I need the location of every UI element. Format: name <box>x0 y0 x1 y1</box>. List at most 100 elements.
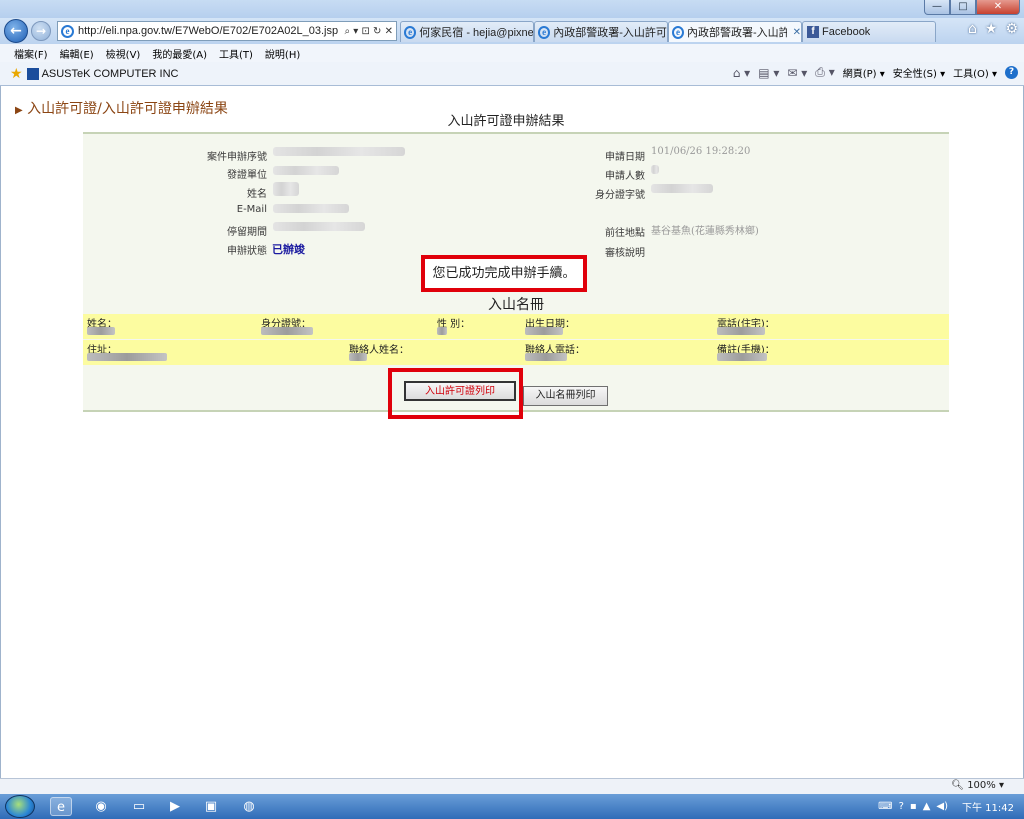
address-bar[interactable]: e http://eli.npa.gov.tw/E7WebO/E702/E702… <box>57 21 397 41</box>
redacted-roster-name <box>87 327 115 335</box>
field-label-case-number: 案件申辦序號 <box>207 152 267 163</box>
field-label-stay-period: 停留期間 <box>227 227 267 238</box>
tab-label: Facebook <box>822 26 871 38</box>
address-url[interactable]: http://eli.npa.gov.tw/E7WebO/E702/E702A0… <box>78 25 342 37</box>
network-icon[interactable]: ▪ <box>910 801 917 812</box>
system-tray: ⌨ ? ▪ ▲ ◀) 下午 11:42 <box>868 794 1024 819</box>
field-label-email: E-Mail <box>236 204 267 215</box>
redacted-roster-gender <box>437 327 447 335</box>
field-label-apply-date: 申請日期 <box>605 152 645 163</box>
mail-icon[interactable]: ✉ ▾ <box>787 66 807 80</box>
favorite-link-asus[interactable]: ASUSTeK COMPUTER INC <box>42 68 179 80</box>
favorites-star-icon[interactable]: ★ <box>10 66 23 82</box>
menu-bar: 檔案(F) 編輯(E) 檢視(V) 我的最愛(A) 工具(T) 說明(H) <box>0 44 1024 62</box>
menu-view[interactable]: 檢視(V) <box>106 46 141 61</box>
redacted-case-number <box>273 147 405 156</box>
redacted-roster-mobile <box>717 353 767 361</box>
roster-title: 入山名冊 <box>488 297 544 313</box>
chevron-down-icon: ▾ <box>998 780 1004 791</box>
ie-tab-icon: e <box>404 25 417 39</box>
navigation-bar: ← → e http://eli.npa.gov.tw/E7WebO/E702/… <box>0 18 1024 44</box>
taskbar-chrome-icon[interactable]: ◍ <box>238 797 260 816</box>
taskbar-app-icon[interactable]: ◉ <box>90 797 112 816</box>
close-window-button[interactable]: ✕ <box>976 0 1020 15</box>
ie-page-icon: e <box>61 24 74 38</box>
address-bar-icons[interactable]: ⌕ ▾ ⊡ ↻ ✕ <box>342 26 396 37</box>
start-button[interactable] <box>5 795 35 818</box>
forward-button[interactable]: → <box>31 21 51 41</box>
menu-help[interactable]: 說明(H) <box>265 46 300 61</box>
redacted-email <box>273 204 349 213</box>
settings-gear-icon[interactable]: ⚙ <box>1005 21 1018 37</box>
redacted-name <box>273 182 299 196</box>
redacted-roster-id <box>261 327 313 335</box>
roster-row-2: 住址： 聯絡人姓名： 聯絡人電話： 備註(手機)： <box>83 340 949 365</box>
field-label-id-number: 身分證字號 <box>595 190 645 201</box>
asus-site-icon <box>26 67 39 80</box>
roster-print-button[interactable]: 入山名冊列印 <box>523 386 608 406</box>
keyboard-icon[interactable]: ⌨ <box>878 801 892 812</box>
tab-facebook[interactable]: f Facebook <box>802 21 936 42</box>
command-safety[interactable]: 安全性(S) ▾ <box>893 65 945 80</box>
apply-date-value: 101/06/26 19:28:20 <box>651 146 751 157</box>
page-title: 入山許可證申辦結果 <box>447 114 565 129</box>
window-titlebar: — □ ✕ <box>0 0 1024 18</box>
success-message: 您已成功完成申辦手續。 <box>421 255 587 292</box>
tab-npa-permit[interactable]: e 內政部警政署-入山許可證 <box>534 21 668 42</box>
field-label-issuing-unit: 發證單位 <box>227 170 267 181</box>
redacted-id-number <box>651 184 713 193</box>
browser-toolbar-right: ⌂ ★ ⚙ <box>968 21 1018 37</box>
tab-hejia[interactable]: e 何家民宿 - hejia@pixne... <box>400 21 534 42</box>
taskbar-media-icon[interactable]: ▶ <box>164 797 186 816</box>
ie-tab-icon: e <box>538 25 551 39</box>
tab-label: 何家民宿 - hejia@pixne... <box>419 27 533 39</box>
redacted-issuing-unit <box>273 166 339 175</box>
zoom-level: 100% <box>967 780 996 791</box>
back-button[interactable]: ← <box>4 19 28 43</box>
help-tray-icon[interactable]: ? <box>899 801 904 812</box>
menu-tools[interactable]: 工具(T) <box>219 46 253 61</box>
help-icon[interactable]: ? <box>1005 66 1018 79</box>
command-page[interactable]: 網頁(P) ▾ <box>843 65 885 80</box>
field-label-status: 申辦狀態 <box>227 246 267 257</box>
feeds-icon[interactable]: ▤ ▾ <box>758 66 779 80</box>
field-label-review-note: 審核說明 <box>605 248 645 259</box>
ie-tab-icon: e <box>672 25 685 39</box>
favorites-star-icon[interactable]: ★ <box>985 21 998 37</box>
field-label-applicant-count: 申請人數 <box>605 171 645 182</box>
browser-status-bar: 🔍︎ 100% ▾ <box>0 778 1024 794</box>
facebook-icon: f <box>807 26 819 38</box>
menu-favorites[interactable]: 我的最愛(A) <box>152 46 207 61</box>
menu-edit[interactable]: 編輯(E) <box>60 46 94 61</box>
taskbar: e ◉ ▭ ▶ ▣ ◍ ⌨ ? ▪ ▲ ◀) 下午 11:42 <box>0 794 1024 819</box>
redacted-roster-contact-phone <box>525 353 567 361</box>
roster-row-1: 姓名： 身分證號： 性 別： 出生日期： 電話(住宅)： <box>83 314 949 339</box>
redacted-roster-address <box>87 353 167 361</box>
page-content: ▶ 入山許可證/入山許可證申辦結果 入山許可證申辦結果 案件申辦序號 發證單位 … <box>0 86 1024 778</box>
tab-npa-result[interactable]: e 內政部警政署-入山許... ✕ <box>668 21 802 42</box>
redacted-stay-period <box>273 222 365 231</box>
print-icon[interactable]: ⎙ ▾ <box>815 65 834 80</box>
destination-value: 基谷基魚(花蓮縣秀林鄉) <box>651 226 759 237</box>
command-tools[interactable]: 工具(O) ▾ <box>953 65 997 80</box>
maximize-button[interactable]: □ <box>950 0 976 15</box>
redacted-roster-birthdate <box>525 327 563 335</box>
zoom-control[interactable]: 🔍︎ 100% ▾ <box>951 780 1004 791</box>
tab-label: 內政部警政署-入山許可證 <box>553 27 667 39</box>
tab-label: 內政部警政署-入山許... <box>687 27 787 39</box>
permit-print-button[interactable]: 入山許可證列印 <box>404 381 516 401</box>
speaker-icon[interactable]: ◀) <box>936 801 948 812</box>
show-hidden-icons[interactable]: ▲ <box>923 801 931 812</box>
taskbar-ie-icon[interactable]: e <box>50 797 72 816</box>
favorites-bar: ★ ASUSTeK COMPUTER INC ⌂ ▾ ▤ ▾ ✉ ▾ ⎙ ▾ 網… <box>0 62 1024 86</box>
taskbar-folder-icon[interactable]: ▭ <box>128 797 150 816</box>
result-panel: 案件申辦序號 發證單位 姓名 E-Mail 停留期間 申辦狀態 已辦竣 申請日期… <box>83 132 949 419</box>
minimize-button[interactable]: — <box>924 0 950 15</box>
taskbar-window-icon[interactable]: ▣ <box>200 797 222 816</box>
field-label-name: 姓名 <box>247 189 267 200</box>
menu-file[interactable]: 檔案(F) <box>14 46 48 61</box>
clock[interactable]: 下午 11:42 <box>962 799 1014 814</box>
home-icon[interactable]: ⌂ <box>968 21 977 37</box>
tab-close-icon[interactable]: ✕ <box>793 27 801 38</box>
home-icon[interactable]: ⌂ ▾ <box>733 66 750 80</box>
